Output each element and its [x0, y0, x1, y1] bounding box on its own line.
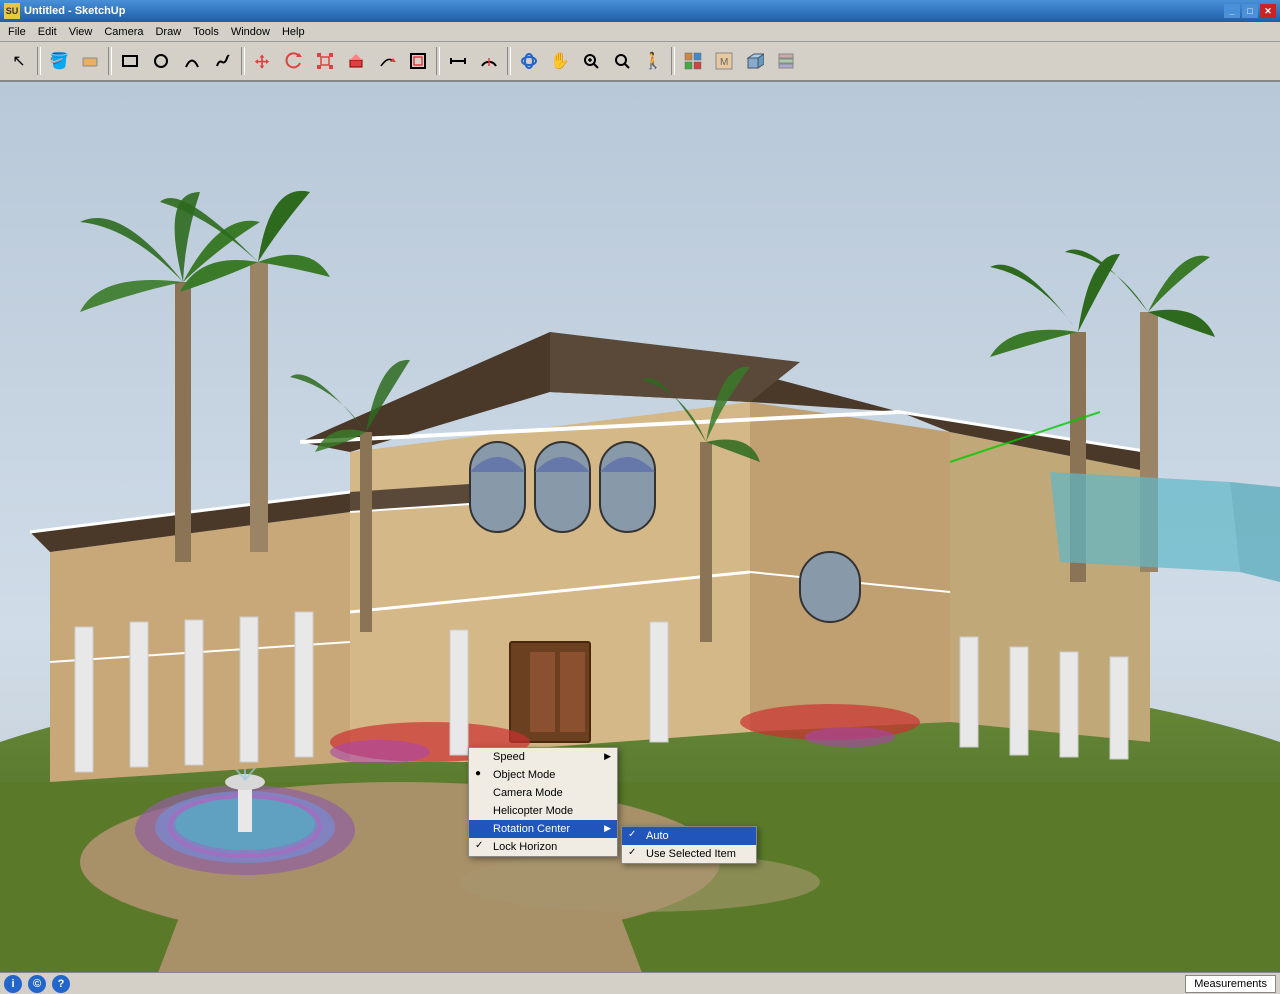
toolbar-sep-3: [241, 47, 245, 75]
menu-help[interactable]: Help: [276, 24, 311, 40]
ctx-lock-horizon[interactable]: Lock Horizon: [469, 838, 617, 856]
ctx-camera-mode[interactable]: Camera Mode: [469, 784, 617, 802]
tape-measure-tool[interactable]: [443, 46, 473, 76]
push-pull-tool[interactable]: [341, 46, 371, 76]
protractor-tool[interactable]: [474, 46, 504, 76]
status-bar: i © ? Measurements: [0, 972, 1280, 994]
menu-tools[interactable]: Tools: [187, 24, 225, 40]
help-icon[interactable]: ?: [52, 975, 70, 993]
statusbar-left: i © ?: [4, 975, 70, 993]
submenu-auto[interactable]: Auto: [622, 827, 756, 845]
toolbar-sep-4: [436, 47, 440, 75]
paint-bucket-tool[interactable]: 🪣: [44, 46, 74, 76]
viewport[interactable]: Speed Object Mode Camera Mode Helicopter…: [0, 82, 1280, 994]
app-title: Untitled - SketchUp: [24, 5, 125, 17]
toolbar-sep-2: [108, 47, 112, 75]
menu-camera[interactable]: Camera: [98, 24, 149, 40]
window-controls[interactable]: _ □ ✕: [1224, 4, 1276, 18]
toolbar-sep-5: [507, 47, 511, 75]
menu-draw[interactable]: Draw: [149, 24, 187, 40]
title-bar-left: SU Untitled - SketchUp: [4, 3, 125, 19]
context-menu: Speed Object Mode Camera Mode Helicopter…: [468, 747, 618, 857]
arc-tool[interactable]: [177, 46, 207, 76]
minimize-button[interactable]: _: [1224, 4, 1240, 18]
offset-tool[interactable]: [403, 46, 433, 76]
menu-edit[interactable]: Edit: [32, 24, 63, 40]
close-button[interactable]: ✕: [1260, 4, 1276, 18]
eraser-tool[interactable]: [75, 46, 105, 76]
zoom-tool[interactable]: [576, 46, 606, 76]
maximize-button[interactable]: □: [1242, 4, 1258, 18]
title-bar: SU Untitled - SketchUp _ □ ✕: [0, 0, 1280, 22]
ctx-speed[interactable]: Speed: [469, 748, 617, 766]
components-btn[interactable]: [740, 46, 770, 76]
rotate-tool[interactable]: [279, 46, 309, 76]
toolbar-sep-6: [671, 47, 675, 75]
layers-btn[interactable]: [771, 46, 801, 76]
styles-btn[interactable]: [678, 46, 708, 76]
copy-icon[interactable]: ©: [28, 975, 46, 993]
measurements-box: Measurements: [1185, 975, 1276, 993]
zoom-extents-tool[interactable]: [607, 46, 637, 76]
move-tool[interactable]: [248, 46, 278, 76]
rotation-center-submenu: Auto Use Selected Item: [621, 826, 757, 864]
menu-window[interactable]: Window: [225, 24, 276, 40]
submenu-use-selected[interactable]: Use Selected Item: [622, 845, 756, 863]
menu-file[interactable]: File: [2, 24, 32, 40]
app-icon: SU: [4, 3, 20, 19]
rectangle-tool[interactable]: [115, 46, 145, 76]
freehand-tool[interactable]: [208, 46, 238, 76]
walk-tool[interactable]: 🚶: [638, 46, 668, 76]
toolbar: ↖ 🪣 ✋: [0, 42, 1280, 82]
scale-tool[interactable]: [310, 46, 340, 76]
toolbar-sep-1: [37, 47, 41, 75]
measurements-label: Measurements: [1194, 978, 1267, 990]
select-tool[interactable]: ↖: [4, 46, 34, 76]
ctx-helicopter-mode[interactable]: Helicopter Mode: [469, 802, 617, 820]
circle-tool[interactable]: [146, 46, 176, 76]
materials-btn[interactable]: M: [709, 46, 739, 76]
follow-me-tool[interactable]: [372, 46, 402, 76]
menu-bar: File Edit View Camera Draw Tools Window …: [0, 22, 1280, 42]
pan-tool[interactable]: ✋: [545, 46, 575, 76]
ctx-rotation-center[interactable]: Rotation Center: [469, 820, 617, 838]
menu-view[interactable]: View: [63, 24, 99, 40]
svg-text:M: M: [720, 57, 728, 68]
orbit-tool[interactable]: [514, 46, 544, 76]
info-icon[interactable]: i: [4, 975, 22, 993]
ctx-object-mode[interactable]: Object Mode: [469, 766, 617, 784]
